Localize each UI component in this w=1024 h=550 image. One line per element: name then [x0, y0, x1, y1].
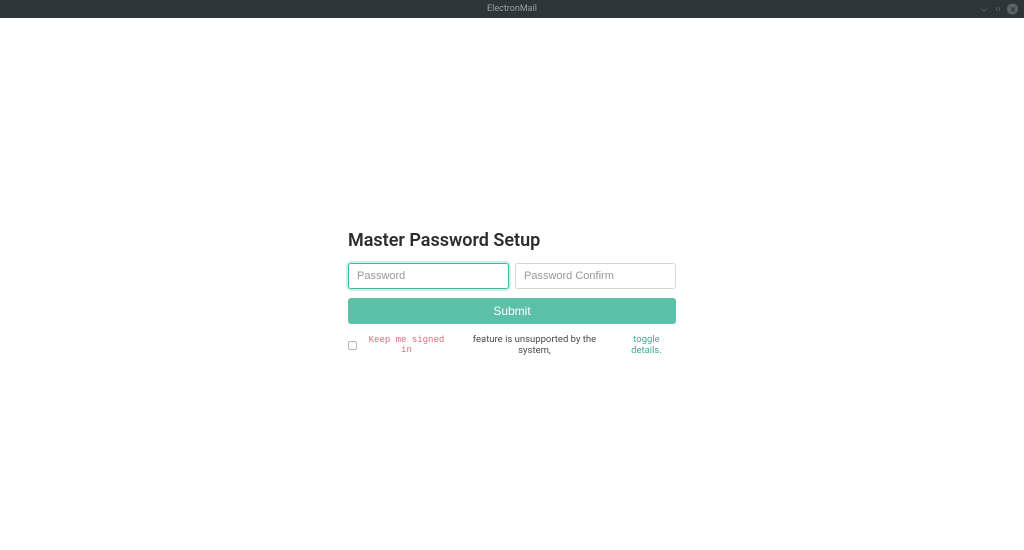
minimize-icon[interactable]: ⌵	[979, 4, 989, 14]
submit-button[interactable]: Submit	[348, 298, 676, 324]
toggle-details-link[interactable]: toggle details.	[617, 334, 676, 356]
app-title: ElectronMail	[487, 4, 537, 14]
window-controls: ⌵ ○	[979, 4, 1018, 15]
main-content: Master Password Setup Submit Keep me sig…	[0, 18, 1024, 550]
window-titlebar: ElectronMail ⌵ ○	[0, 0, 1024, 18]
setup-form: Master Password Setup Submit Keep me sig…	[348, 230, 676, 356]
page-title: Master Password Setup	[348, 230, 676, 251]
password-inputs-row	[348, 263, 676, 289]
password-field[interactable]	[348, 263, 509, 289]
close-icon[interactable]	[1007, 4, 1018, 15]
password-confirm-field[interactable]	[515, 263, 676, 289]
feature-name-label: Keep me signed in	[361, 335, 452, 355]
keep-signed-in-checkbox[interactable]	[348, 341, 357, 350]
feature-notice: Keep me signed in feature is unsupported…	[348, 334, 676, 356]
maximize-icon[interactable]: ○	[993, 4, 1003, 14]
notice-text: feature is unsupported by the system,	[456, 334, 613, 356]
